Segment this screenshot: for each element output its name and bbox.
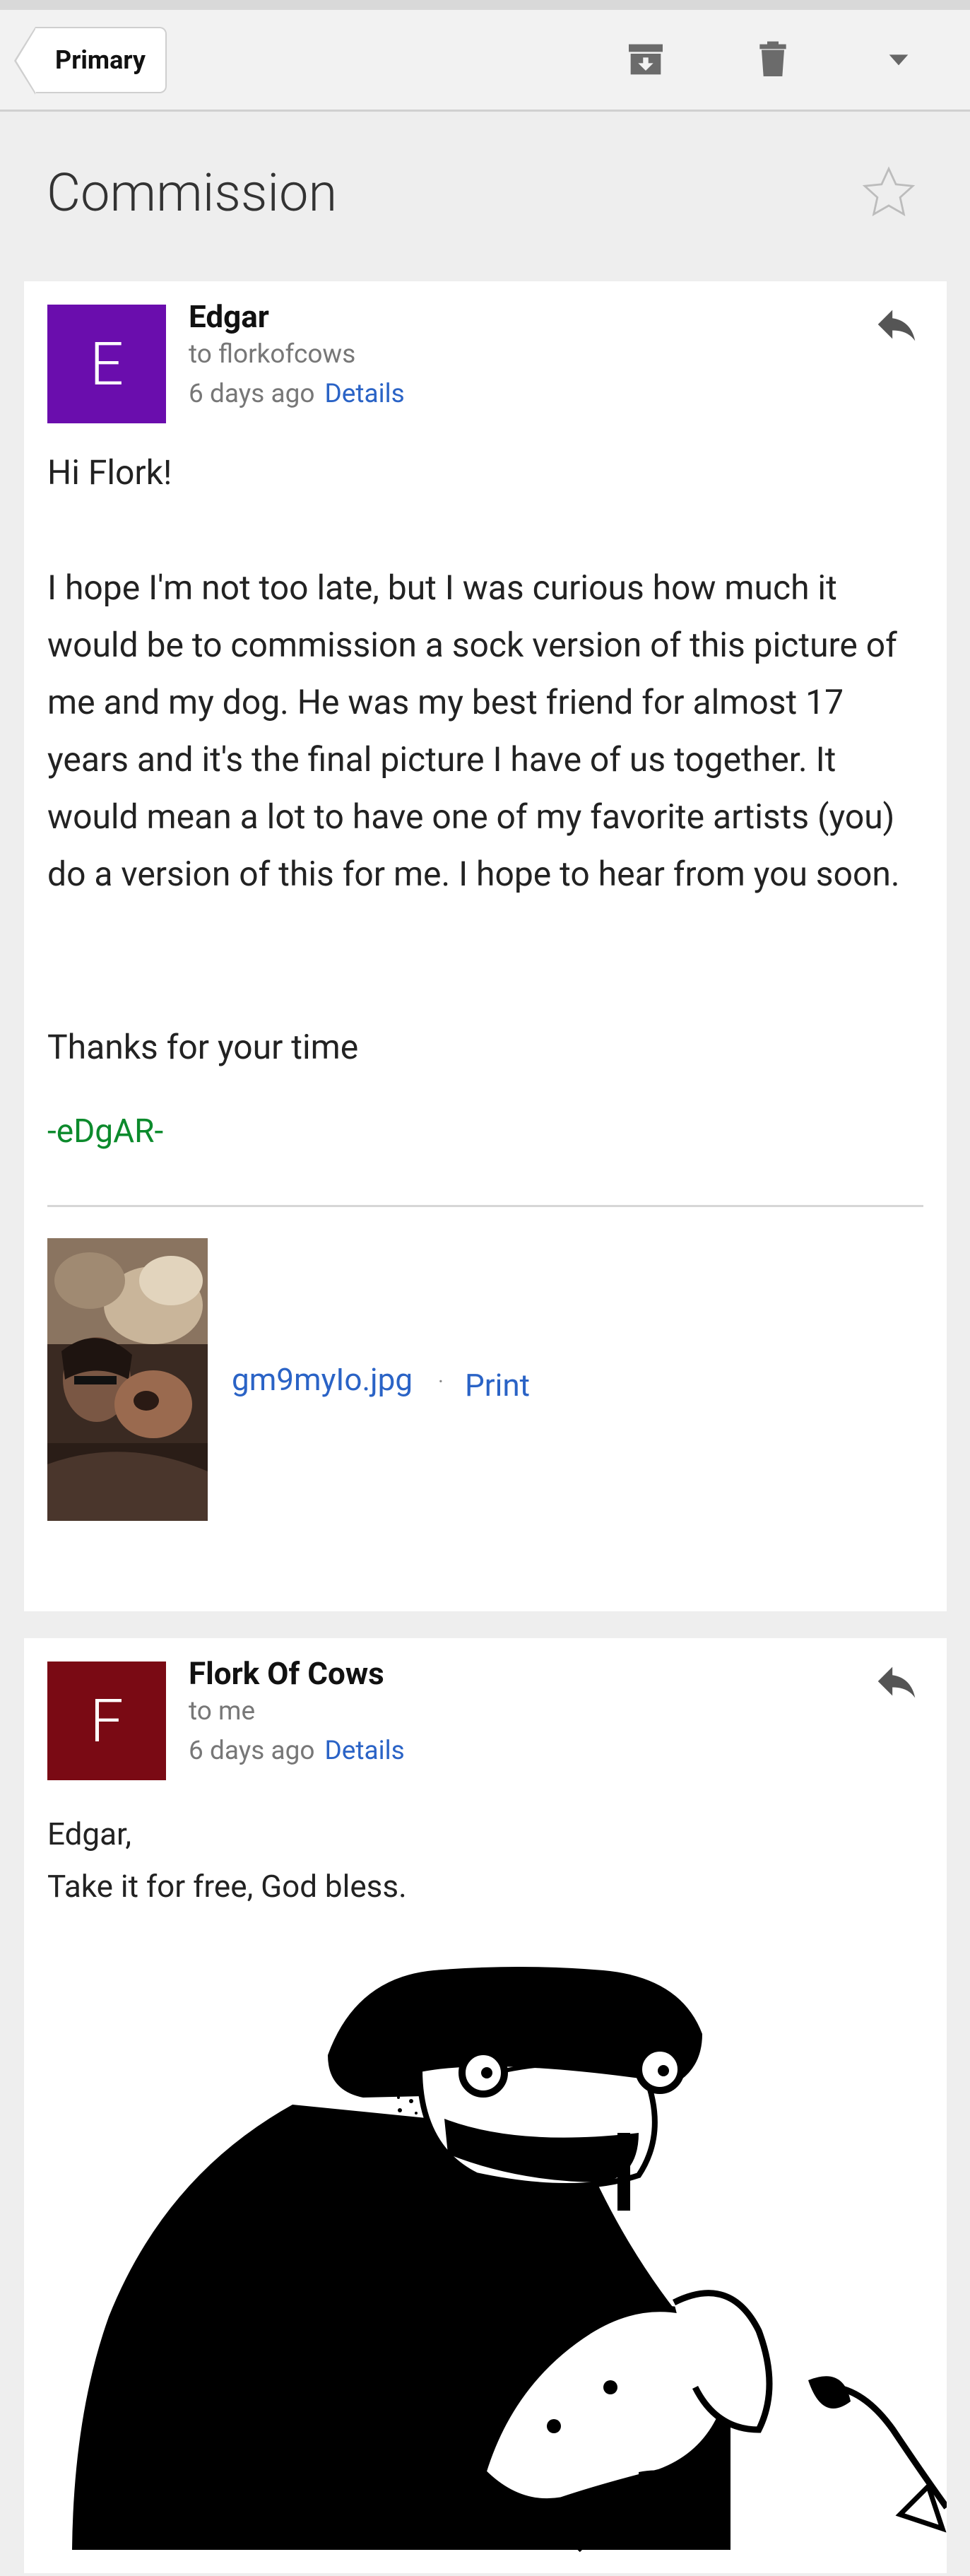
trash-icon[interactable] [745, 31, 801, 88]
timestamp: 6 days ago [189, 379, 315, 409]
signature: -eDgAR- [47, 1112, 164, 1151]
message-paragraph: I hope I'm not too late, but I was curio… [47, 567, 900, 894]
reply-icon[interactable] [872, 300, 921, 349]
message-greeting: Hi Flork! [47, 452, 172, 493]
attachment-thumbnail[interactable] [47, 1238, 208, 1521]
print-link[interactable]: Print [465, 1367, 530, 1404]
sender-name[interactable]: Edgar [189, 298, 269, 335]
more-dropdown-icon[interactable] [870, 31, 927, 88]
divider [47, 1205, 923, 1207]
inline-drawing-image[interactable] [24, 1638, 950, 2576]
avatar-letter: E [90, 329, 124, 399]
primary-label: Primary [55, 45, 146, 75]
back-to-primary-button[interactable]: Primary [14, 27, 167, 95]
attachment-filename-link[interactable]: gm9myIo.jpg [232, 1361, 413, 1398]
details-link[interactable]: Details [324, 379, 404, 409]
timestamp-line: 6 days ago Details [189, 379, 405, 409]
message-closing: Thanks for your time [47, 1027, 359, 1067]
separator-dot: · [438, 1370, 444, 1394]
message-card: F Flork Of Cows to me 6 days ago Details … [24, 1638, 950, 2576]
status-bar-strip [0, 0, 970, 10]
archive-icon[interactable] [617, 31, 674, 88]
message-card: E Edgar to florkofcows 6 days ago Details… [24, 281, 947, 1611]
star-outline-icon[interactable] [859, 163, 918, 222]
toolbar: Primary [0, 10, 970, 112]
recipient-line: to florkofcows [189, 339, 356, 370]
thread-subject: Commission [47, 163, 338, 224]
avatar: E [47, 305, 166, 423]
